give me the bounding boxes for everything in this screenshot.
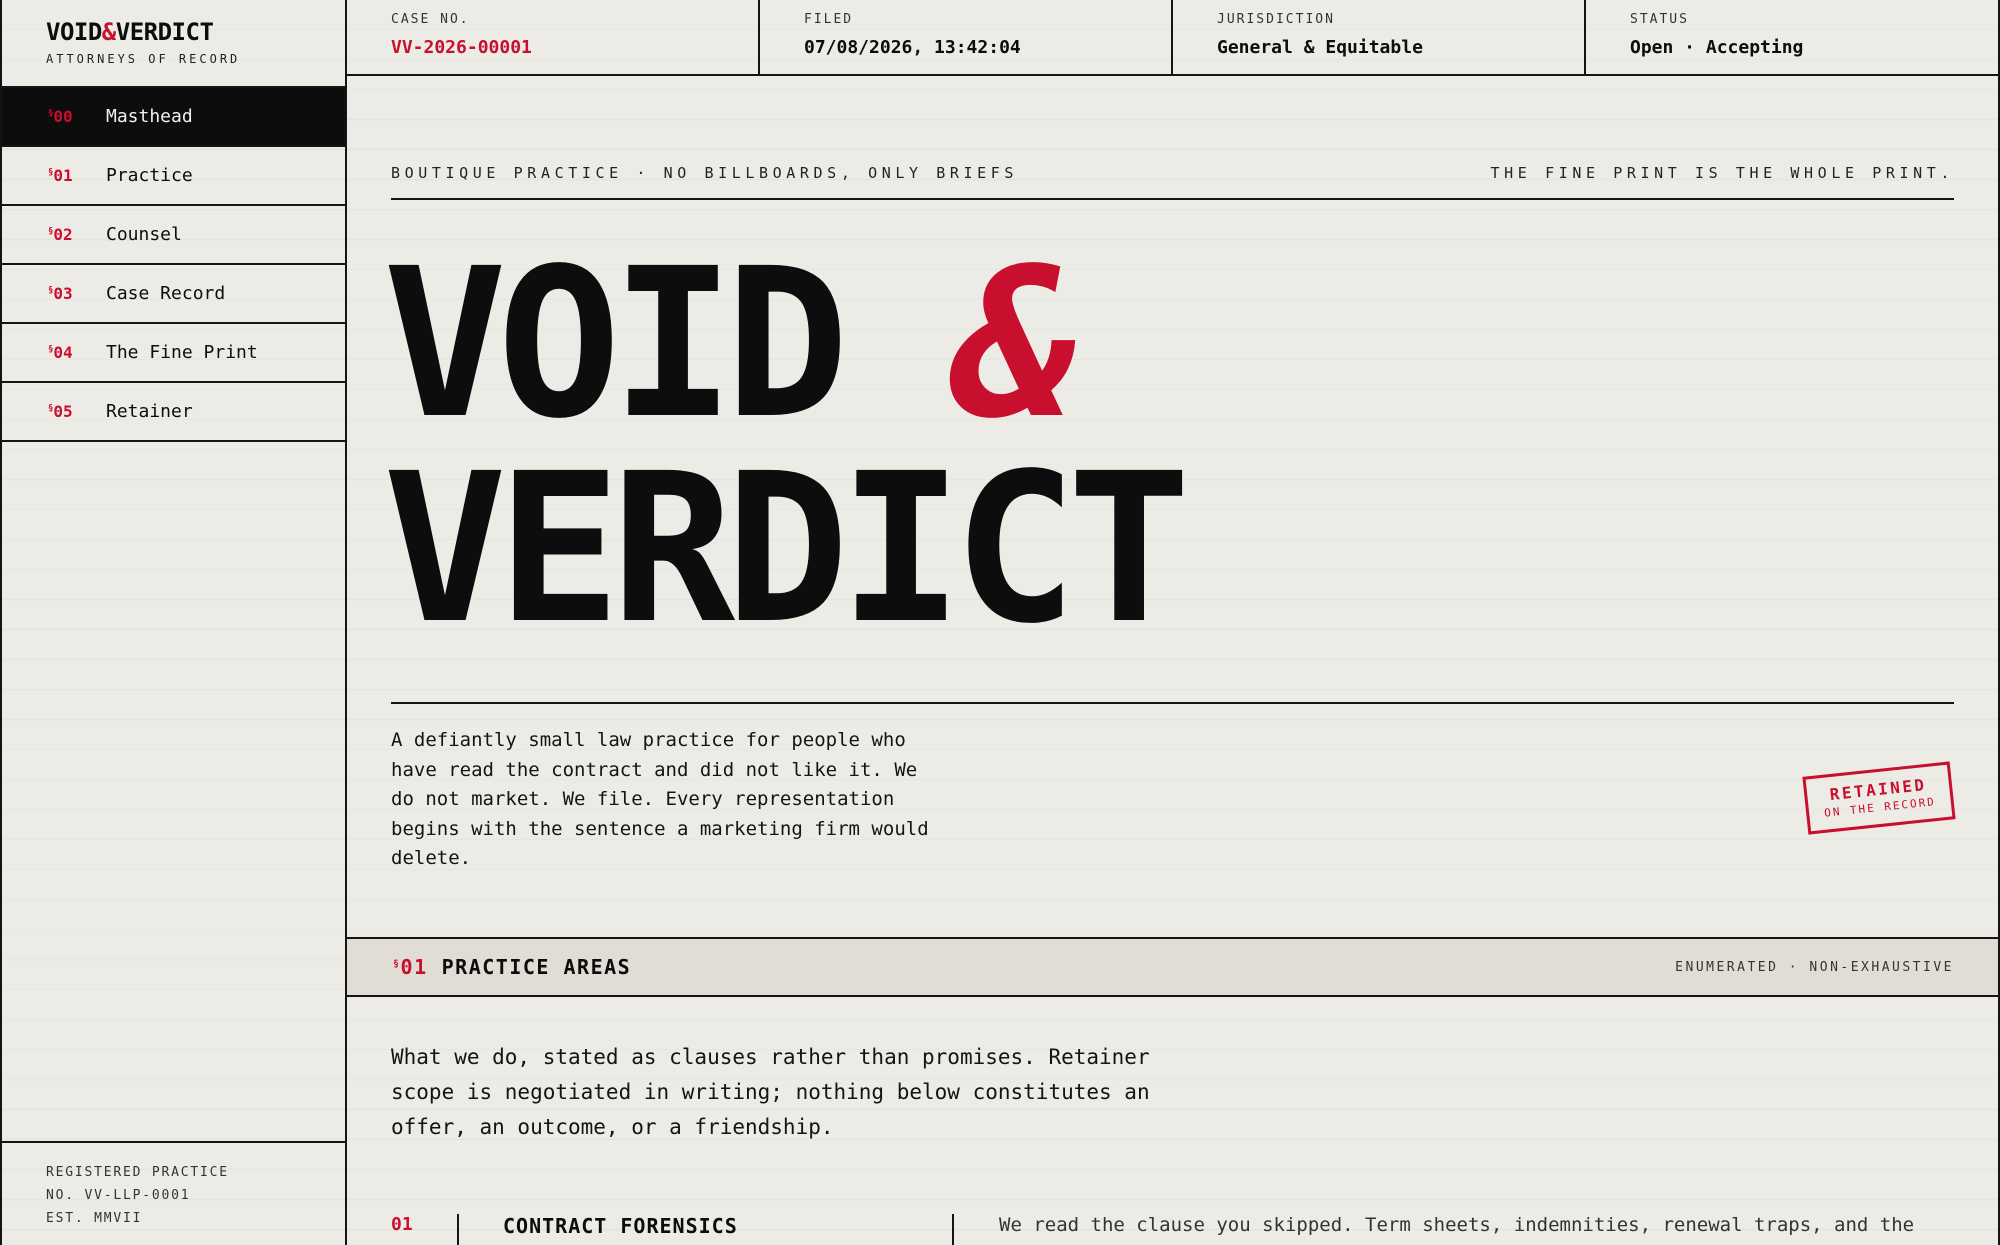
- sidebar-nav: §00 Masthead §01 Practice §02 Counsel §0…: [2, 86, 345, 442]
- lede-paragraph: A defiantly small law practice for peopl…: [391, 729, 929, 869]
- sidebar-item-practice[interactable]: §01 Practice: [2, 147, 345, 206]
- sidebar-item-fine-print[interactable]: §04 The Fine Print: [2, 324, 345, 383]
- status-label: STATUS: [1630, 12, 1689, 27]
- sidebar-item-counsel[interactable]: §02 Counsel: [2, 206, 345, 265]
- nav-number: §00: [48, 107, 73, 126]
- brand[interactable]: VOID&VERDICT ATTORNEYS OF RECORD: [2, 0, 345, 86]
- section-header-practice-areas: §01 PRACTICE AREAS ENUMERATED · NON-EXHAU…: [347, 937, 1998, 997]
- filed-cell: FILED 07/08/2026, 13:42:04: [760, 0, 1173, 74]
- section-number: §01: [393, 955, 428, 979]
- case-number-label: CASE NO.: [391, 12, 470, 27]
- case-header: CASE NO. VV-2026-00001 FILED 07/08/2026,…: [347, 0, 2000, 76]
- retained-stamp: RETAINED ON THE RECORD: [1802, 761, 1956, 835]
- registration-line: REGISTERED PRACTICE: [46, 1165, 229, 1180]
- section-title: §01 PRACTICE AREAS: [393, 955, 632, 979]
- row-divider: [457, 1214, 459, 1245]
- main-content: BOUTIQUE PRACTICE · NO BILLBOARDS, ONLY …: [347, 76, 2000, 1245]
- nav-number: §02: [48, 225, 73, 244]
- practice-row-description: We read the clause you skipped. Term she…: [999, 1214, 1915, 1236]
- masthead-strap: BOUTIQUE PRACTICE · NO BILLBOARDS, ONLY …: [391, 164, 1954, 200]
- case-number-cell: CASE NO. VV-2026-00001: [347, 0, 760, 74]
- hero-title: VOID & VERDICT: [383, 224, 1191, 669]
- nav-number: §01: [48, 166, 73, 185]
- sidebar-item-label: Counsel: [106, 224, 182, 245]
- hero-line-2: VERDICT: [383, 429, 1191, 669]
- established-line: EST. MMVII: [46, 1211, 143, 1226]
- nav-number: §04: [48, 343, 73, 362]
- jurisdiction-label: JURISDICTION: [1217, 12, 1335, 27]
- sidebar-item-retainer[interactable]: §05 Retainer: [2, 383, 345, 442]
- sidebar-item-case-record[interactable]: §03 Case Record: [2, 265, 345, 324]
- section-note: ENUMERATED · NON-EXHAUSTIVE: [1675, 959, 1954, 975]
- practice-row[interactable]: 01 CONTRACT FORENSICS We read the clause…: [347, 1214, 1998, 1245]
- registration-footer: REGISTERED PRACTICE NO. VV-LLP-0001 EST.…: [2, 1141, 345, 1245]
- strap-left: BOUTIQUE PRACTICE · NO BILLBOARDS, ONLY …: [391, 164, 1019, 182]
- sidebar-item-label: The Fine Print: [106, 342, 258, 363]
- sidebar: VOID&VERDICT ATTORNEYS OF RECORD §00 Mas…: [0, 0, 347, 1245]
- nav-number: §03: [48, 284, 73, 303]
- sidebar-item-label: Retainer: [106, 401, 193, 422]
- practice-row-number: 01: [391, 1214, 413, 1235]
- jurisdiction-value: General & Equitable: [1217, 37, 1423, 58]
- filed-label: FILED: [804, 12, 854, 27]
- practice-row-title: CONTRACT FORENSICS: [503, 1214, 738, 1238]
- hero-ampersand: &: [953, 224, 1077, 464]
- sidebar-item-label: Practice: [106, 165, 193, 186]
- sidebar-item-label: Masthead: [106, 106, 193, 127]
- case-number-value: VV-2026-00001: [391, 37, 532, 58]
- registration-number: NO. VV-LLP-0001: [46, 1188, 191, 1203]
- row-divider: [952, 1214, 954, 1245]
- brand-logo: VOID&VERDICT: [46, 18, 214, 46]
- jurisdiction-cell: JURISDICTION General & Equitable: [1173, 0, 1586, 74]
- brand-tagline: ATTORNEYS OF RECORD: [46, 52, 241, 66]
- nav-number: §05: [48, 402, 73, 421]
- status-value: Open · Accepting: [1630, 37, 1804, 58]
- sidebar-item-masthead[interactable]: §00 Masthead: [2, 88, 345, 147]
- sidebar-item-label: Case Record: [106, 283, 226, 304]
- status-cell: STATUS Open · Accepting: [1586, 0, 1998, 74]
- filed-value: 07/08/2026, 13:42:04: [804, 37, 1021, 58]
- hero-line-1: VOID &: [383, 224, 1077, 464]
- practice-intro: What we do, stated as clauses rather tha…: [391, 1045, 1150, 1139]
- hero-divider: [391, 702, 1954, 704]
- strap-right: THE FINE PRINT IS THE WHOLE PRINT.: [1490, 164, 1954, 182]
